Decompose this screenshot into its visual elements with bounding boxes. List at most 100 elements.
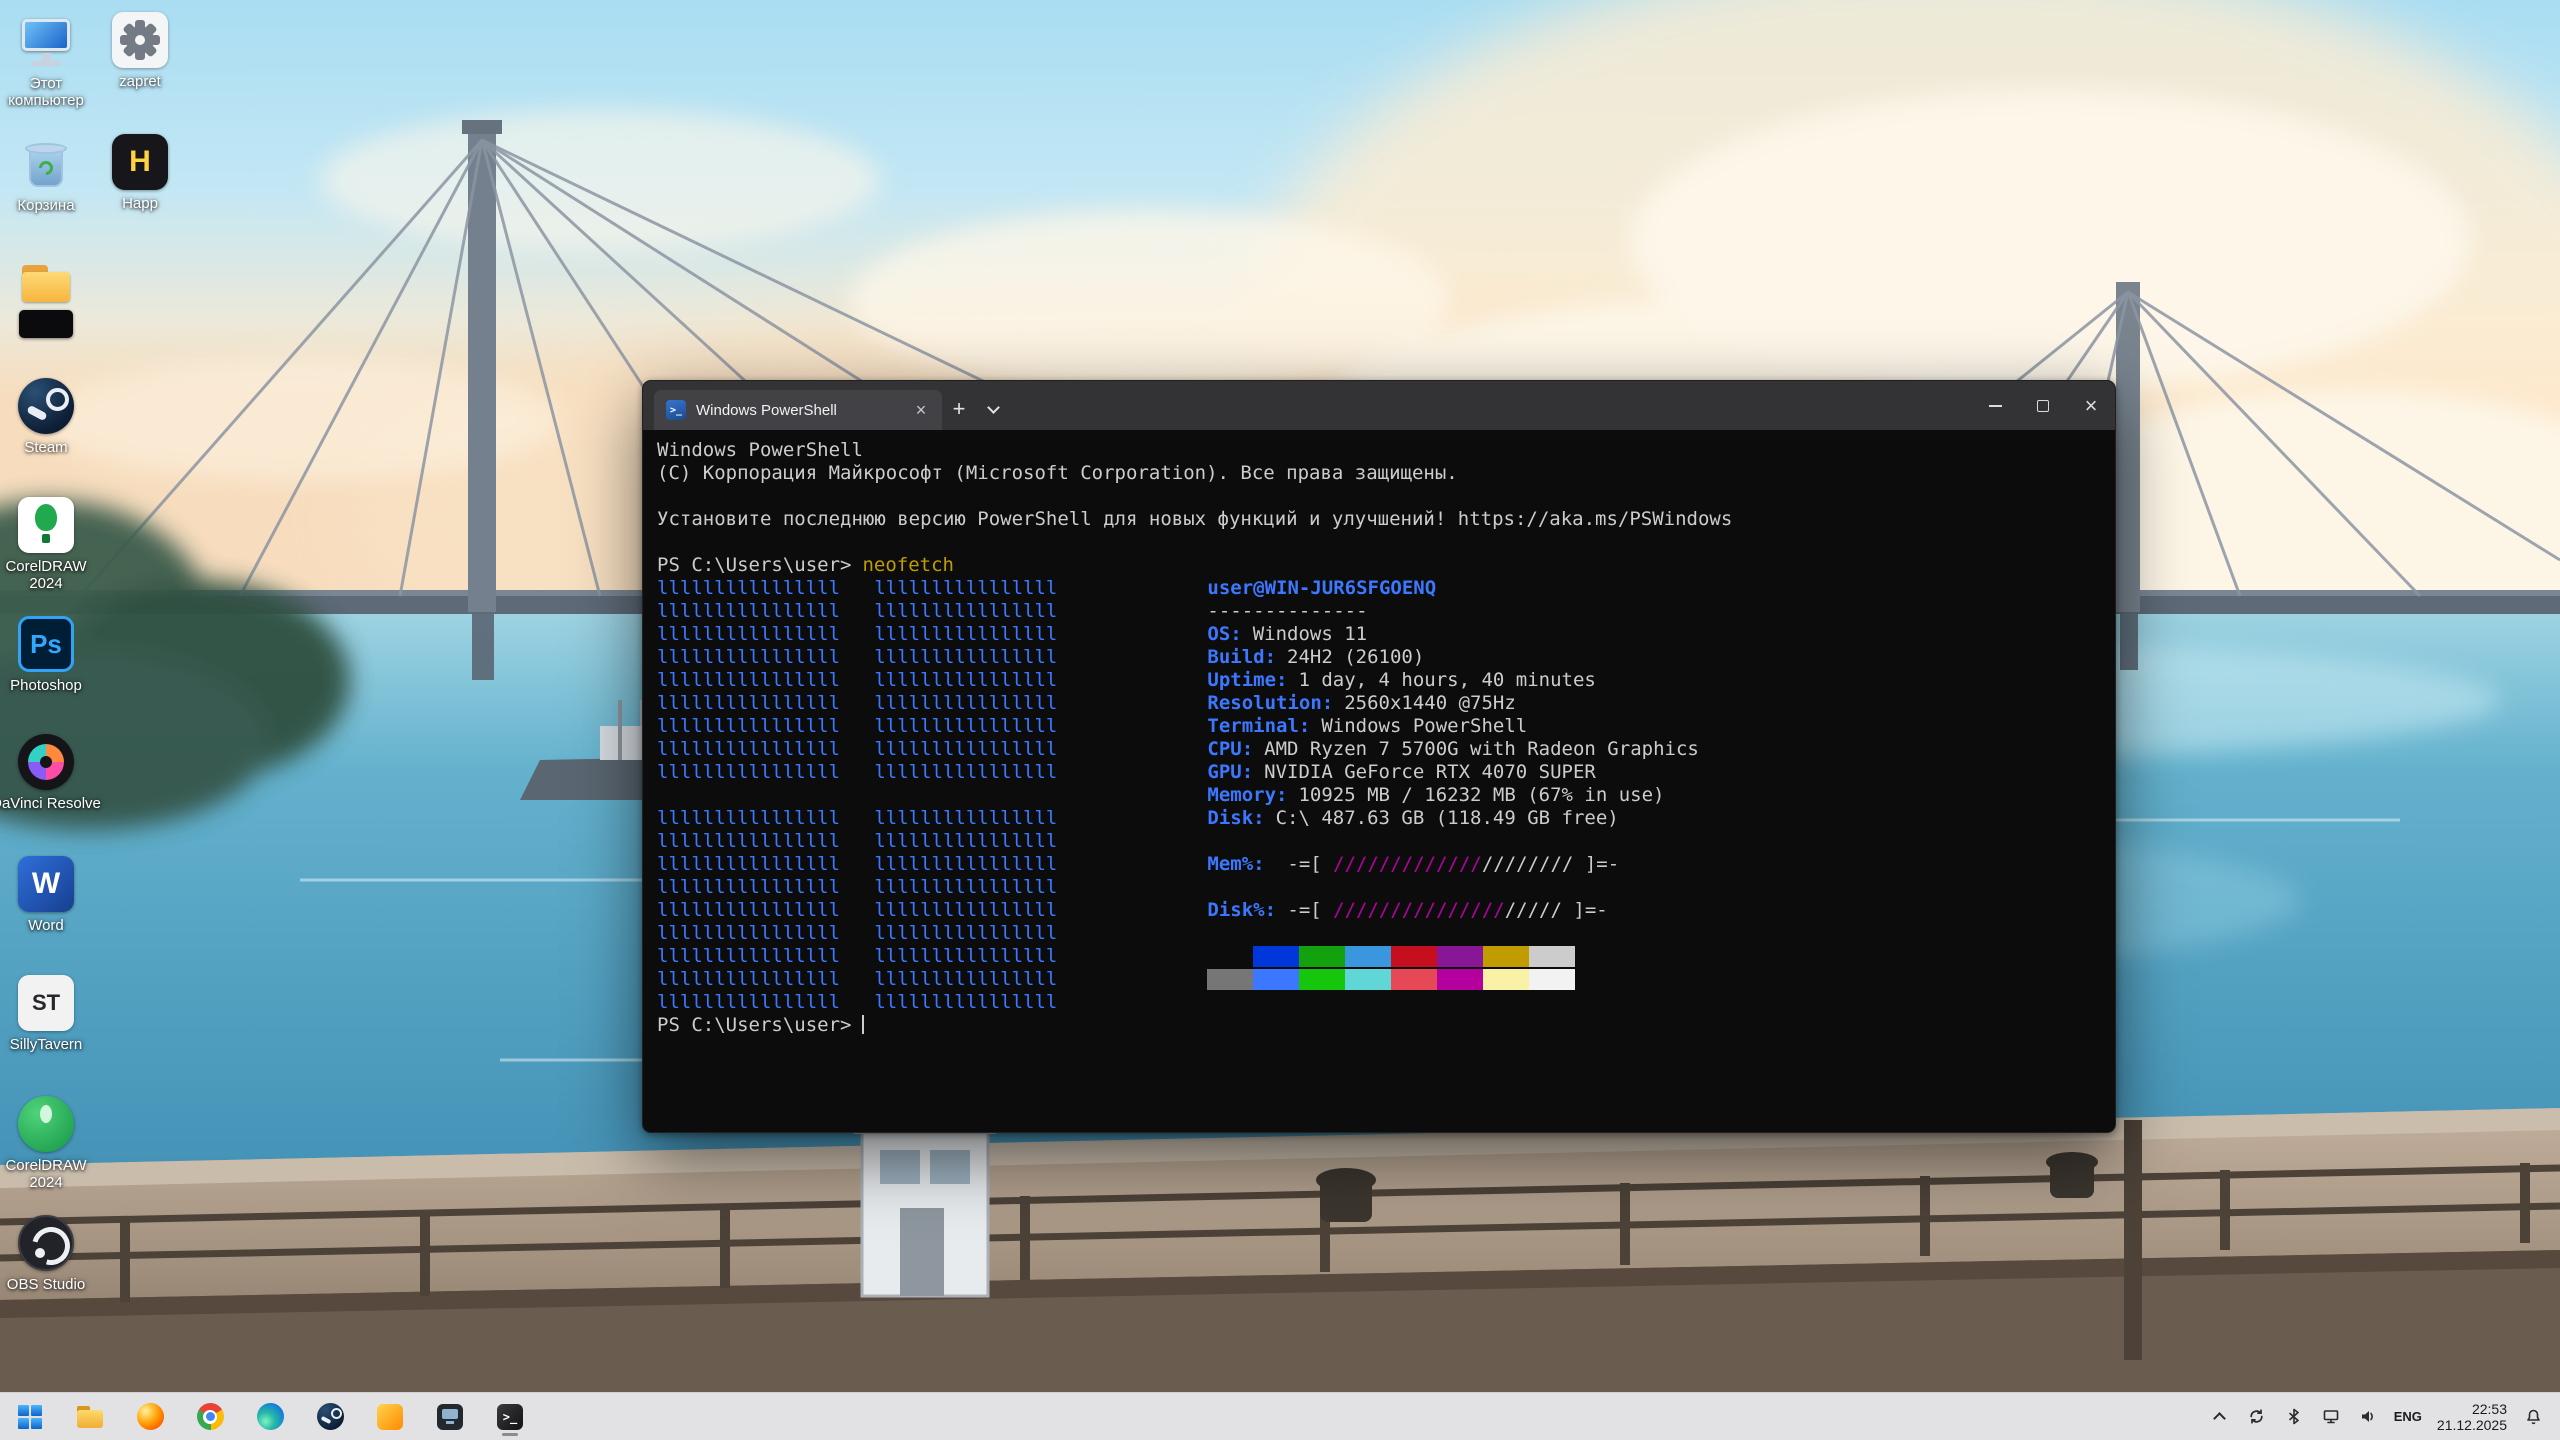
bell-icon [2525,1408,2542,1425]
desktop-icon-label: OBS Studio [7,1276,85,1293]
terminal-icon: >_ [497,1404,523,1430]
taskbar-steam[interactable] [310,1397,350,1437]
sillytavern-icon: ST [18,975,74,1031]
tray-time: 22:53 [2437,1401,2507,1417]
coreldraw-icon [18,1096,74,1152]
obs-studio-icon [437,1404,463,1430]
info-field: Uptime:1 day, 4 hours, 40 minutes [1207,669,1698,692]
info-field: Disk:C:\ 487.63 GB (118.49 GB free) [1207,807,1698,830]
palette-swatch [1529,946,1575,967]
taskbar-apps: >_ [0,1397,530,1437]
desktop-icon-folder[interactable] [0,256,104,347]
tab-close-icon[interactable]: × [910,399,932,421]
tray-clock[interactable]: 22:53 21.12.2025 [2437,1401,2507,1433]
taskbar-obs-studio[interactable] [430,1397,470,1437]
palette-swatch [1437,969,1483,990]
desktop-icon-word[interactable]: W Word [0,856,104,934]
coreldraw-icon [18,497,74,553]
firefox-icon [137,1403,164,1430]
desktop-icon-steam[interactable]: Steam [0,378,104,456]
palette-swatch [1253,969,1299,990]
palette-swatch [1299,946,1345,967]
volume-icon [2359,1408,2376,1425]
start-button[interactable] [10,1397,50,1437]
minimize-button[interactable] [1971,381,2019,430]
desktop-icon-davinci-resolve[interactable]: DaVinci Resolve [0,734,104,812]
tray-sync[interactable] [2246,1406,2268,1428]
desktop-icon-label: Корзина [17,197,74,214]
desktop-icon-coreldraw[interactable]: CorelDRAW 2024 [0,497,104,592]
steam-icon [18,378,74,434]
edge-icon [257,1403,284,1430]
blank-line [657,531,2105,554]
icon-label-plate [19,310,73,338]
info-field: Memory:10925 MB / 16232 MB (67% in use) [1207,784,1698,807]
pier [0,1108,2560,1440]
bluetooth-icon [2286,1408,2302,1425]
dock-post [2124,1120,2142,1360]
desktop-icon-zapret[interactable]: zapret [82,12,198,90]
memory-bar: Mem%:-=[ ///////////////////// ]=- [1207,853,1698,876]
new-tab-button[interactable]: + [942,392,976,426]
separator: -------------- [1207,600,1698,623]
powershell-update-link[interactable]: https://aka.ms/PSWindows [1458,508,1733,530]
palette-swatch [1299,969,1345,990]
prompt-line: PS C:\Users\user> [657,1014,2105,1037]
active-app-indicator [502,1433,518,1436]
desktop-icon-happ[interactable]: H Happ [82,134,198,212]
palette-row-2 [1207,968,1698,991]
info-field: Resolution:2560x1440 @75Hz [1207,692,1698,715]
title-bar[interactable]: >_ Windows PowerShell × + × [643,381,2115,430]
user-host: user@WIN-JUR6SFGOENQ [1207,577,1698,600]
blank-line [1207,922,1698,945]
davinci-resolve-icon [18,734,74,790]
blank-line [1207,830,1698,853]
taskbar-happ[interactable] [370,1397,410,1437]
banner-line: (C) Корпорация Майкрософт (Microsoft Cor… [657,462,2105,485]
blank-line [657,485,2105,508]
palette-swatch [1483,946,1529,967]
tray-bluetooth[interactable] [2283,1406,2305,1428]
palette-swatch [1207,969,1253,990]
maximize-button[interactable] [2019,381,2067,430]
tray-network[interactable] [2320,1406,2342,1428]
desktop-icon-photoshop[interactable]: Ps Photoshop [0,616,104,694]
windows-logo-icon [18,1405,42,1429]
steam-icon [317,1403,344,1430]
update-notice: Установите последнюю версию PowerShell д… [657,508,2105,531]
tab-title: Windows PowerShell [696,402,900,419]
this-pc-icon [17,12,75,70]
palette-swatch [1253,946,1299,967]
close-button[interactable]: × [2067,381,2115,430]
tray-date: 21.12.2025 [2437,1417,2507,1433]
desktop-icon-obs-studio[interactable]: OBS Studio [0,1215,104,1293]
happ-icon [377,1404,403,1430]
language-indicator[interactable]: ENG [2394,1409,2422,1424]
gear-icon [112,12,168,68]
desktop-icon-label: CorelDRAW 2024 [0,558,102,592]
info-field: Build:24H2 (26100) [1207,646,1698,669]
tray-volume[interactable] [2357,1406,2379,1428]
powershell-icon: >_ [666,400,686,420]
tab-windows-powershell[interactable]: >_ Windows PowerShell × [654,390,942,430]
taskbar-edge[interactable] [250,1397,290,1437]
kiosk [854,1118,996,1296]
happ-icon: H [112,134,168,190]
taskbar-terminal[interactable]: >_ [490,1397,530,1437]
terminal-viewport[interactable]: Windows PowerShell (C) Корпорация Майкро… [643,430,2115,1132]
desktop-icon-label: Steam [24,439,67,456]
command-line: PS C:\Users\user>neofetch [657,554,2105,577]
chevron-up-icon [2213,1412,2226,1425]
taskbar-chrome[interactable] [190,1397,230,1437]
palette-swatch [1437,946,1483,967]
tray-notifications[interactable] [2522,1406,2544,1428]
tab-dropdown-button[interactable] [976,392,1010,426]
taskbar-firefox[interactable] [130,1397,170,1437]
terminal-window: >_ Windows PowerShell × + × Windows Powe… [642,380,2116,1133]
tray-show-hidden-icons[interactable] [2209,1406,2231,1428]
palette-swatch [1483,969,1529,990]
taskbar-file-explorer[interactable] [70,1397,110,1437]
minimize-icon [1989,405,2002,407]
desktop-icon-sillytavern[interactable]: ST SillyTavern [0,975,104,1053]
desktop-icon-coreldraw-2[interactable]: CorelDRAW 2024 [0,1096,104,1191]
